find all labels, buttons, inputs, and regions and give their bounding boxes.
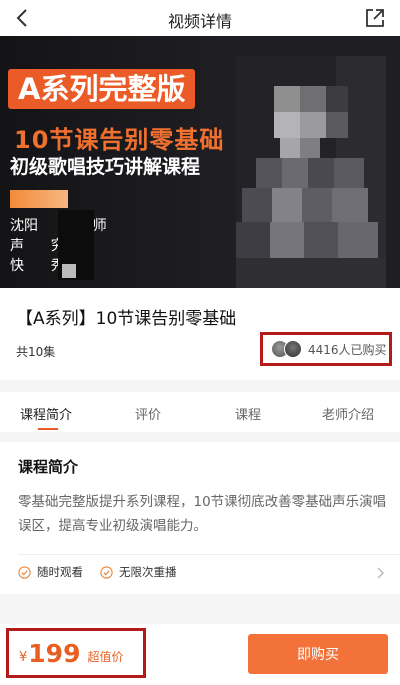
tab-lessons[interactable]: 课程 <box>235 404 261 423</box>
section-heading: 课程简介 <box>18 458 79 476</box>
buyers-count: 4416人已购买 <box>260 332 392 366</box>
teacher-photo <box>236 56 386 288</box>
redaction-mask-small <box>62 264 76 278</box>
feature-watch-anytime: 随时观看 <box>18 564 83 580</box>
top-bar: 视频详情 <box>0 0 400 36</box>
price-label: 超值价 <box>87 649 124 664</box>
tab-reviews[interactable]: 评价 <box>135 404 161 423</box>
tab-bar: 课程简介 评价 课程 老师介绍 <box>0 392 400 432</box>
page-title: 视频详情 <box>167 12 232 31</box>
course-description: 零基础完整版提升系列课程，10节课彻底改善零基础声乐演唱误区，提高专业初级演唱能… <box>18 494 387 534</box>
price-box: ¥ 199 超值价 <box>6 628 146 678</box>
divider <box>18 554 400 555</box>
price-value: 199 <box>28 638 81 668</box>
course-title: 【A系列】10节课告别零基础 <box>16 309 237 329</box>
redacted-name-block <box>10 190 68 208</box>
buy-now-button[interactable]: 即购买 <box>248 634 388 674</box>
banner-subheadline: 初级歌唱技巧讲解课程 <box>10 156 201 178</box>
active-tab-indicator <box>38 428 58 430</box>
buyers-text: 4416人已购买 <box>308 342 387 357</box>
avatar <box>284 340 302 358</box>
tab-course-intro[interactable]: 课程简介 <box>20 404 72 423</box>
check-circle-icon <box>18 565 31 579</box>
episode-count: 共10集 <box>16 345 56 359</box>
course-banner[interactable]: A系列完整版 10节课告别零基础 初级歌唱技巧讲解课程 沈阳 院教师 声 究专家… <box>0 36 400 288</box>
share-icon[interactable] <box>364 7 386 29</box>
tab-teacher-intro[interactable]: 老师介绍 <box>322 404 374 423</box>
feature-unlimited-replay: 无限次重播 <box>100 564 177 580</box>
banner-headline: 10节课告别零基础 <box>14 126 225 154</box>
course-info: 【A系列】10节课告别零基础 共10集 4416人已购买 <box>0 288 400 380</box>
check-circle-icon <box>100 565 113 579</box>
chevron-right-icon[interactable] <box>376 566 386 580</box>
banner-badge: A系列完整版 <box>8 69 196 109</box>
purchase-bar: ¥ 199 超值价 即购买 <box>0 624 400 685</box>
course-intro-section: 课程简介 零基础完整版提升系列课程，10节课彻底改善零基础声乐演唱误区，提高专业… <box>0 442 400 594</box>
price-currency: ¥ <box>19 649 28 665</box>
